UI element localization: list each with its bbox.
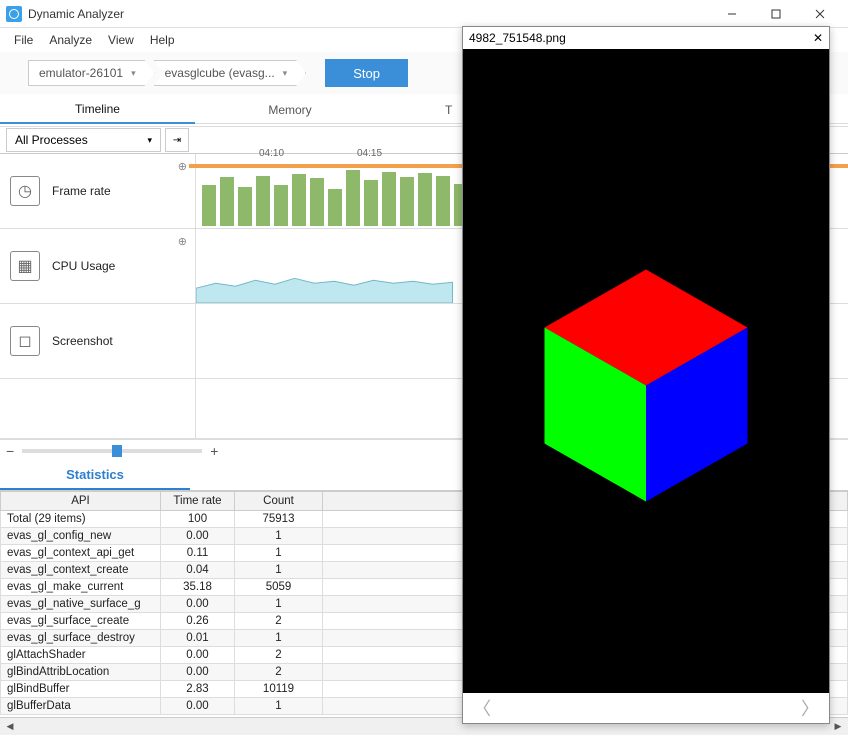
bar: [256, 176, 270, 226]
rendered-cube-image: [501, 226, 791, 516]
preview-canvas: [463, 49, 829, 693]
tab-memory[interactable]: Memory: [195, 97, 385, 124]
tab-statistics[interactable]: Statistics: [0, 461, 190, 490]
bar: [436, 176, 450, 226]
screenshot-preview-window: 4982_751548.png ✕ 〈 〉: [462, 26, 830, 724]
bar: [346, 170, 360, 226]
magnify-icon[interactable]: ⊕: [178, 160, 187, 173]
window-title: Dynamic Analyzer: [28, 7, 710, 21]
minimize-button[interactable]: [710, 0, 754, 28]
scroll-right-icon[interactable]: ▶: [830, 719, 846, 735]
close-button[interactable]: [798, 0, 842, 28]
process-selector[interactable]: All Processes ▾: [6, 128, 161, 152]
zoom-slider[interactable]: [22, 449, 202, 453]
zoom-in-button[interactable]: +: [210, 443, 218, 459]
scroll-left-icon[interactable]: ◀: [2, 719, 18, 735]
process-label: All Processes: [15, 133, 88, 147]
chevron-down-icon: ▾: [131, 68, 136, 79]
col-time[interactable]: Time rate: [161, 492, 235, 511]
preview-filename: 4982_751548.png: [469, 31, 566, 45]
bar: [220, 177, 234, 226]
camera-icon: ◻: [10, 326, 40, 356]
bar: [238, 187, 252, 226]
metric-empty: [0, 379, 195, 439]
stop-button[interactable]: Stop: [325, 59, 408, 87]
menu-help[interactable]: Help: [142, 31, 183, 49]
app-label: evasglcube (evasg...: [165, 66, 275, 80]
menu-view[interactable]: View: [100, 31, 142, 49]
clock-icon: ◷: [10, 176, 40, 206]
metric-screenshot[interactable]: ◻ Screenshot: [0, 304, 195, 379]
app-icon: [6, 6, 22, 22]
metric-frame-rate[interactable]: ◷ Frame rate ⊕: [0, 154, 195, 229]
cpu-icon: ▦: [10, 251, 40, 281]
zoom-thumb[interactable]: [112, 445, 122, 457]
bar: [274, 185, 288, 226]
metric-label: Frame rate: [52, 184, 111, 198]
ruler-toggle-button[interactable]: ⇥: [165, 128, 189, 152]
tab-timeline[interactable]: Timeline: [0, 96, 195, 124]
metric-label: Screenshot: [52, 334, 113, 348]
zoom-out-button[interactable]: −: [6, 443, 14, 459]
device-label: emulator-26101: [39, 66, 123, 80]
bar: [418, 173, 432, 226]
bar: [292, 174, 306, 226]
bar: [328, 189, 342, 226]
col-count[interactable]: Count: [235, 492, 323, 511]
metric-cpu[interactable]: ▦ CPU Usage ⊕: [0, 229, 195, 304]
maximize-button[interactable]: [754, 0, 798, 28]
bar: [364, 180, 378, 226]
bar: [202, 185, 216, 226]
chevron-down-icon: ▾: [147, 135, 152, 146]
menu-file[interactable]: File: [6, 31, 41, 49]
bar: [382, 172, 396, 226]
preview-close-button[interactable]: ✕: [813, 31, 823, 45]
chevron-down-icon: ▾: [283, 68, 288, 79]
preview-next-button[interactable]: 〉: [801, 695, 819, 721]
menu-analyze[interactable]: Analyze: [41, 31, 100, 49]
metric-label: CPU Usage: [52, 259, 115, 273]
bar: [310, 178, 324, 226]
magnify-icon[interactable]: ⊕: [178, 235, 187, 248]
bar: [400, 177, 414, 226]
col-api[interactable]: API: [1, 492, 161, 511]
device-selector[interactable]: emulator-26101 ▾: [28, 60, 155, 86]
app-selector[interactable]: evasglcube (evasg... ▾: [154, 60, 307, 86]
preview-prev-button[interactable]: 〈: [473, 695, 491, 721]
titlebar: Dynamic Analyzer: [0, 0, 848, 28]
